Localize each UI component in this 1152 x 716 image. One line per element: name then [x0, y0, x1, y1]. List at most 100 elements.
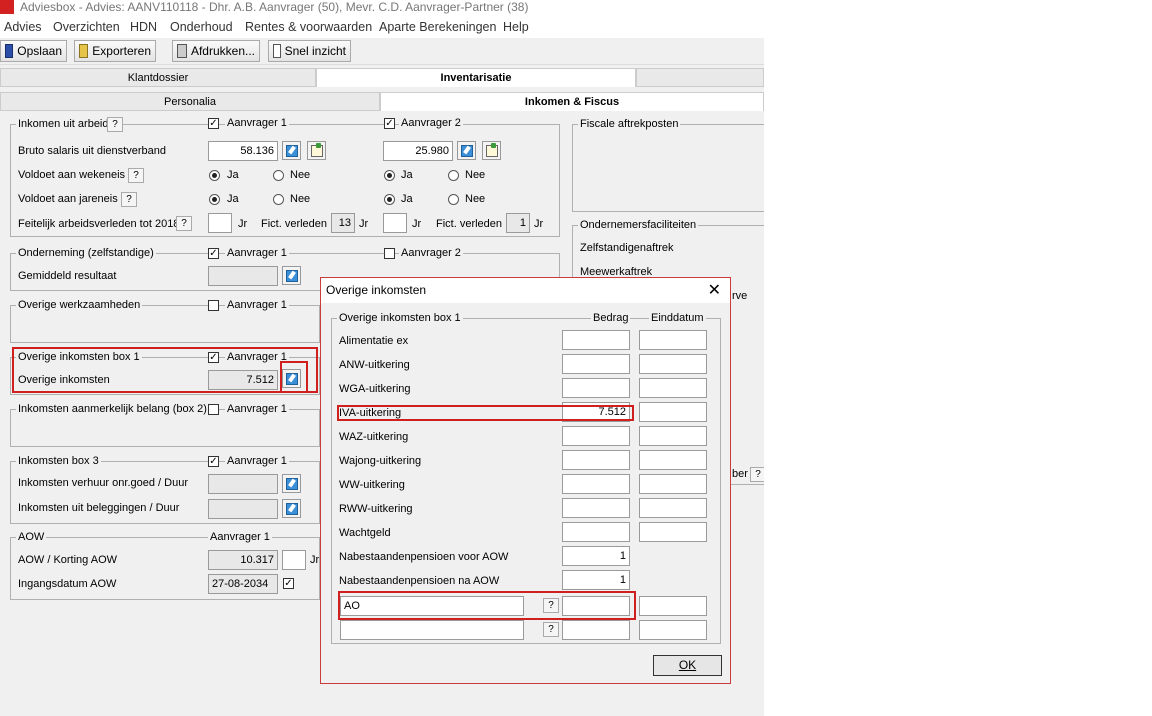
aanvrager2-label: Aanvrager 2	[399, 247, 463, 259]
jr-label: Jr	[310, 554, 320, 566]
arbeidsverleden-a2-input[interactable]	[383, 213, 407, 233]
arbeidsverleden-a1-input[interactable]	[208, 213, 232, 233]
ok-button[interactable]: OK	[653, 655, 722, 676]
toolbar: Opslaan Exporteren Afdrukken... Snel inz…	[0, 38, 764, 65]
jr-label: Jr	[359, 218, 369, 230]
edit-icon[interactable]	[282, 474, 301, 493]
dialog-row-bedrag-input[interactable]	[562, 498, 630, 518]
edit-icon[interactable]	[282, 141, 301, 160]
window-title: Adviesbox - Advies: AANV110118 - Dhr. A.…	[20, 0, 529, 14]
dialog-row-einddatum-input[interactable]	[639, 330, 707, 350]
help-button[interactable]: ?	[121, 192, 137, 207]
checkbox-aanvrager1[interactable]	[208, 300, 219, 311]
column-einddatum: Einddatum	[649, 312, 706, 324]
aanvrager1-label: Aanvrager 1	[225, 117, 289, 129]
dialog-row-einddatum-input[interactable]	[639, 426, 707, 446]
radio-jareneis-a2-nee[interactable]	[448, 194, 459, 205]
bruto-a2-input[interactable]: 25.980	[383, 141, 453, 161]
checkbox-aanvrager2[interactable]: ✓	[384, 118, 395, 129]
dialog-row-bedrag-input[interactable]: 1	[562, 546, 630, 566]
tab-inventarisatie[interactable]: Inventarisatie	[316, 68, 636, 87]
group-fiscale-aftrekposten	[572, 124, 764, 212]
menu-onderhoud[interactable]: Onderhoud	[170, 20, 233, 34]
save-button[interactable]: Opslaan	[0, 40, 67, 62]
custom-income-input-2[interactable]	[340, 620, 524, 640]
radio-wekeneis-a1-nee[interactable]	[273, 170, 284, 181]
dialog-row-einddatum-input[interactable]	[639, 450, 707, 470]
help-button[interactable]: ?	[107, 117, 123, 132]
export-button[interactable]: Exporteren	[74, 40, 156, 62]
dialog-row-label: WW-uitkering	[339, 479, 405, 491]
menu-help[interactable]: Help	[503, 20, 529, 34]
calculator-icon[interactable]	[307, 141, 326, 160]
close-icon[interactable]: ✕	[708, 280, 721, 300]
tab-inkomen-fiscus[interactable]: Inkomen & Fiscus	[380, 92, 764, 111]
dialog-row-bedrag-input[interactable]	[562, 378, 630, 398]
checkbox-aanvrager1[interactable]: ✓	[208, 248, 219, 259]
highlight-box	[338, 591, 636, 620]
radio-jareneis-a1-ja[interactable]	[209, 194, 220, 205]
menu-aparte-berekeningen[interactable]: Aparte Berekeningen	[379, 20, 496, 34]
dialog-row-einddatum-input[interactable]	[639, 402, 707, 422]
dialog-row-label: Wajong-uitkering	[339, 455, 422, 467]
calculator-icon[interactable]	[482, 141, 501, 160]
highlight-box	[12, 347, 318, 393]
group-title: Inkomsten box 3	[16, 455, 101, 467]
floppy-icon	[5, 44, 14, 58]
ja-label: Ja	[401, 193, 413, 205]
dialog-row-einddatum-input[interactable]	[639, 354, 707, 374]
feitelijk-label: Feitelijk arbeidsverleden tot 2018	[18, 218, 180, 230]
dialog-row-einddatum-input[interactable]	[639, 474, 707, 494]
jareneis-label: Voldoet aan jareneis	[18, 193, 118, 205]
column-bedrag: Bedrag	[591, 312, 631, 324]
tab-personalia[interactable]: Personalia	[0, 92, 380, 111]
dialog-row-bedrag-input[interactable]	[562, 450, 630, 470]
edit-icon[interactable]	[282, 499, 301, 518]
dialog-row-bedrag-input[interactable]	[562, 522, 630, 542]
aow-ingang-label: Ingangsdatum AOW	[18, 578, 117, 590]
menu-rentes[interactable]: Rentes & voorwaarden	[245, 20, 372, 34]
custom-einddatum-input[interactable]	[639, 596, 707, 616]
dialog-row-einddatum-input[interactable]	[639, 498, 707, 518]
quick-insight-button[interactable]: Snel inzicht	[268, 40, 351, 62]
document-icon	[273, 44, 281, 58]
dialog-row-bedrag-input[interactable]: 1	[562, 570, 630, 590]
dialog-row-bedrag-input[interactable]	[562, 354, 630, 374]
tab-overflow[interactable]	[636, 68, 764, 87]
help-button[interactable]: ?	[176, 216, 192, 231]
jr-label: Jr	[534, 218, 544, 230]
radio-wekeneis-a2-ja[interactable]	[384, 170, 395, 181]
dialog-row-bedrag-input[interactable]	[562, 426, 630, 446]
menu-advies[interactable]: Advies	[4, 20, 42, 34]
bruto-a1-input[interactable]: 58.136	[208, 141, 278, 161]
dialog-row-bedrag-input[interactable]	[562, 330, 630, 350]
dialog-row-einddatum-input[interactable]	[639, 378, 707, 398]
custom-bedrag-input-2[interactable]	[562, 620, 630, 640]
checkbox-aanvrager1[interactable]	[208, 404, 219, 415]
aanvrager2-label: Aanvrager 2	[399, 117, 463, 129]
edit-icon[interactable]	[457, 141, 476, 160]
help-button[interactable]: ?	[128, 168, 144, 183]
checkbox-aanvrager1[interactable]: ✓	[208, 118, 219, 129]
print-button[interactable]: Afdrukken...	[172, 40, 260, 62]
radio-jareneis-a1-nee[interactable]	[273, 194, 284, 205]
radio-wekeneis-a1-ja[interactable]	[209, 170, 220, 181]
partial-label: rve	[732, 290, 748, 302]
radio-wekeneis-a2-nee[interactable]	[448, 170, 459, 181]
tab-klantdossier[interactable]: Klantdossier	[0, 68, 316, 87]
dialog-row-bedrag-input[interactable]	[562, 474, 630, 494]
checkbox-aow-ingang[interactable]: ✓	[283, 578, 294, 589]
edit-icon[interactable]	[282, 266, 301, 285]
verhuur-input	[208, 474, 278, 494]
menu-overzichten[interactable]: Overzichten	[53, 20, 120, 34]
aow-korting-input[interactable]	[282, 550, 306, 570]
dialog-row-einddatum-input[interactable]	[639, 522, 707, 542]
ja-label: Ja	[227, 169, 239, 181]
checkbox-aanvrager2[interactable]	[384, 248, 395, 259]
radio-jareneis-a2-ja[interactable]	[384, 194, 395, 205]
help-button[interactable]: ?	[543, 622, 559, 637]
help-button[interactable]: ?	[750, 467, 764, 482]
custom-einddatum-input-2[interactable]	[639, 620, 707, 640]
checkbox-aanvrager1[interactable]: ✓	[208, 456, 219, 467]
menu-hdn[interactable]: HDN	[130, 20, 157, 34]
